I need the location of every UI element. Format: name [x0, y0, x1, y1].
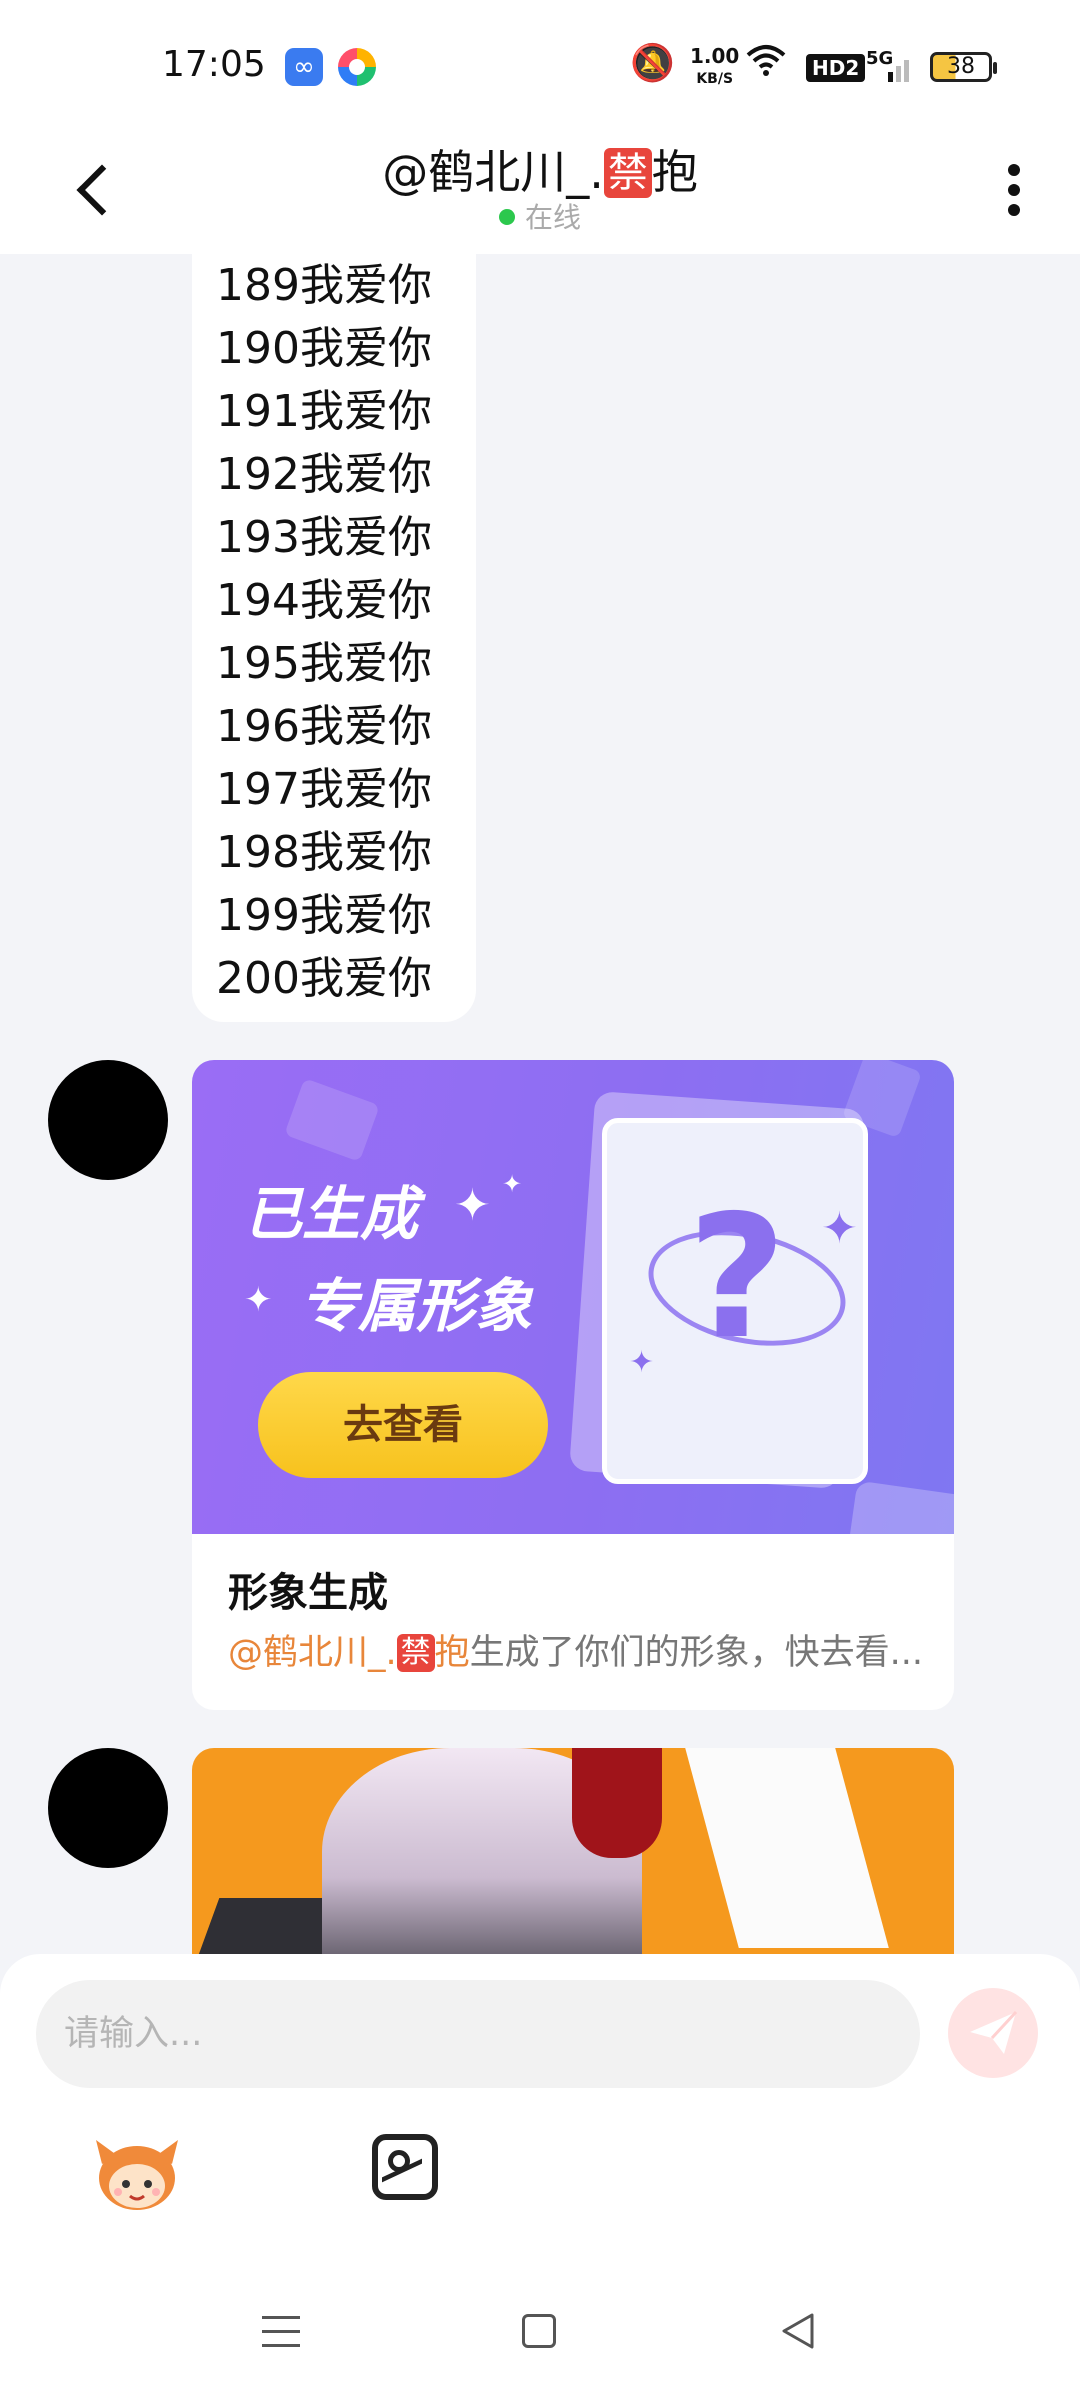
mystery-card: ? ✦ ✦	[602, 1118, 868, 1484]
banner-title-line1: 已生成	[244, 1180, 419, 1248]
card-banner[interactable]: 已生成 专属形象 ✦ ✦ ✦ 去查看 ? ✦ ✦	[192, 1060, 954, 1534]
card-description: @鹤北川_. 禁抱生成了你们的形象，快去看...	[228, 1624, 928, 1675]
image-message[interactable]	[192, 1748, 954, 1954]
mute-bell-icon: 🔕	[630, 43, 675, 84]
banner-title: 已生成 专属形象	[244, 1168, 604, 1352]
mention-prefix[interactable]: @鹤北川_.	[228, 1633, 397, 1673]
chat-title: @鹤北川_. 禁抱	[0, 136, 1080, 202]
sparkle-icon: ✦	[629, 1345, 655, 1380]
message-line: 199我爱你	[216, 890, 432, 941]
menu-icon-line	[262, 2330, 300, 2333]
chat-header: @鹤北川_. 禁抱 在线	[0, 126, 1080, 254]
sparkle-icon: ✦	[502, 1170, 523, 1198]
question-mark-icon: ?	[687, 1179, 787, 1377]
menu-icon-line	[262, 2344, 300, 2347]
signal-bars-icon	[884, 52, 914, 82]
net-speed-value: 1.00	[690, 44, 740, 68]
online-dot-icon	[498, 209, 515, 225]
message-lines: 189我爱你 190我爱你 191我爱你 192我爱你 193我爱你 194我爱…	[216, 254, 432, 1010]
sparkle-icon: ✦	[454, 1180, 491, 1231]
chat-title-suffix: 抱	[651, 145, 698, 199]
forbidden-badge: 禁	[396, 1634, 435, 1672]
wifi-icon	[746, 42, 786, 86]
online-status-label: 在线	[524, 201, 581, 234]
battery-level: 38	[947, 54, 975, 79]
sparkle-icon: ✦	[244, 1280, 273, 1320]
message-line: 197我爱你	[216, 764, 432, 815]
message-line: 192我爱你	[216, 449, 432, 500]
more-dot	[1008, 204, 1020, 216]
message-line: 196我爱你	[216, 701, 432, 752]
image-icon[interactable]	[372, 2134, 438, 2200]
more-dot	[1008, 184, 1020, 196]
nav-back-button[interactable]	[780, 2312, 816, 2350]
chat-area[interactable]: 189我爱你 190我爱你 191我爱你 192我爱你 193我爱你 194我爱…	[0, 254, 1080, 1954]
mascot-icon[interactable]	[92, 2134, 182, 2214]
avatar-generated-card[interactable]: 已生成 专属形象 ✦ ✦ ✦ 去查看 ? ✦ ✦ 形象生成 @鹤北川_. 禁抱生成…	[192, 1060, 954, 1710]
sparkle-icon: ✦	[821, 1203, 858, 1254]
more-vertical-icon	[1008, 164, 1020, 176]
message-line: 193我爱你	[216, 512, 432, 563]
image-shape	[572, 1748, 662, 1858]
message-line: 195我爱你	[216, 638, 432, 689]
message-bubble[interactable]: 189我爱你 190我爱你 191我爱你 192我爱你 193我爱你 194我爱…	[192, 254, 476, 1022]
triangle-back-icon	[782, 2313, 814, 2349]
message-line: 191我爱你	[216, 386, 432, 437]
online-status: 在线	[0, 196, 1080, 236]
menu-icon	[262, 2316, 300, 2319]
status-time: 17:05	[162, 44, 266, 85]
message-line: 190我爱你	[216, 323, 432, 374]
card-description-text: 生成了你们的形象，快去看...	[469, 1633, 924, 1673]
nav-menu-button[interactable]	[262, 2314, 300, 2348]
net-speed-unit: KB/S	[696, 71, 734, 87]
message-input[interactable]	[36, 1980, 920, 2088]
nav-home-button[interactable]	[522, 2314, 556, 2348]
mention-suffix[interactable]: 抱	[435, 1633, 470, 1673]
battery-icon: 38	[930, 52, 997, 82]
banner-decoration	[284, 1078, 380, 1162]
status-bar: 17:05 ∞ 🔕 1.00 KB/S HD2 5G 38	[0, 0, 1080, 126]
more-button[interactable]	[1000, 152, 1030, 228]
message-line: 189我爱你	[216, 260, 432, 311]
avatar[interactable]	[48, 1748, 168, 1868]
avatar[interactable]	[48, 1060, 168, 1180]
view-button[interactable]: 去查看	[258, 1372, 548, 1478]
hd-badge: HD2	[806, 54, 866, 82]
banner-title-line2: 专属形象	[300, 1272, 533, 1340]
message-line: 194我爱你	[216, 575, 432, 626]
banner-decoration	[847, 1480, 954, 1534]
infinity-app-icon: ∞	[285, 48, 323, 86]
message-line: 200我爱你	[216, 953, 432, 1004]
message-line: 198我爱你	[216, 827, 432, 878]
net-speed: 1.00 KB/S	[690, 46, 739, 89]
send-icon	[970, 2010, 1018, 2054]
send-button[interactable]	[948, 1988, 1038, 2078]
colorful-app-icon	[338, 48, 376, 86]
forbidden-badge: 禁	[603, 148, 652, 198]
card-title: 形象生成	[228, 1570, 388, 1616]
image-shape	[685, 1748, 889, 1948]
chat-title-prefix: @鹤北川_.	[382, 145, 604, 199]
